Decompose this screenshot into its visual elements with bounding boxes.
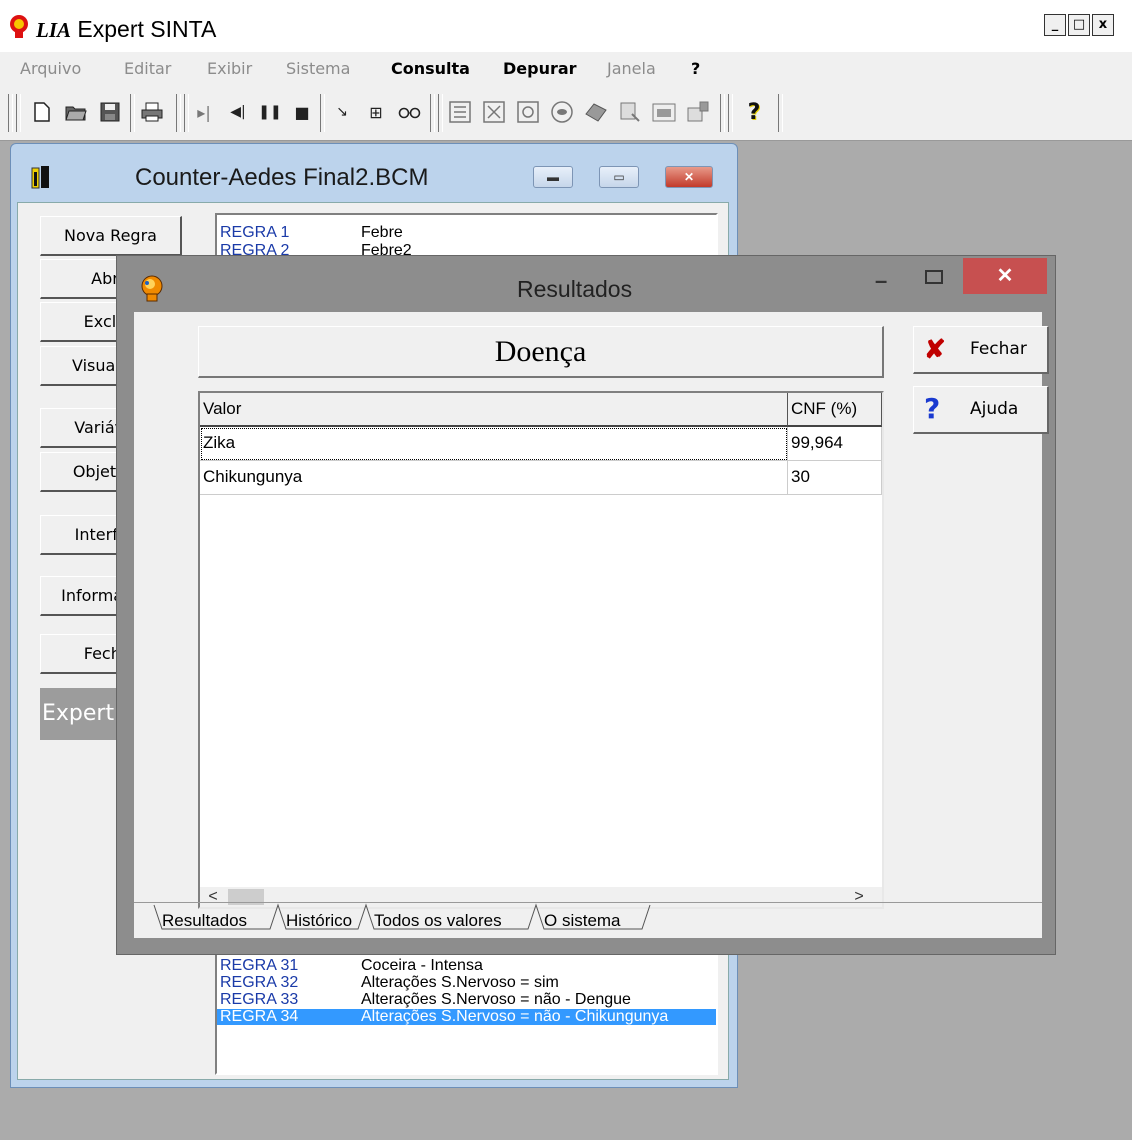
cursor-icon[interactable]: ↘ <box>330 100 354 124</box>
rule-text: Alterações S.Nervoso = não - Chikungunya <box>361 1008 669 1025</box>
rule-id: REGRA 31 <box>220 957 299 974</box>
glasses-icon[interactable] <box>398 100 422 124</box>
column-header-value[interactable]: Valor <box>200 393 788 427</box>
objective-header: Doença <box>198 326 884 378</box>
print-icon[interactable] <box>140 100 164 124</box>
toolbar-separator <box>130 94 135 132</box>
close-results-label: Fechar <box>970 339 1027 359</box>
back-icon[interactable]: ◀| <box>226 100 250 124</box>
window-icon[interactable] <box>618 100 642 124</box>
toolbar-separator <box>720 94 725 132</box>
toolbar-separator <box>430 94 435 132</box>
knowledge-base-title: Counter-Aedes Final2.BCM <box>135 164 429 191</box>
menu-help[interactable]: ? <box>691 59 700 78</box>
menu-consulta[interactable]: Consulta <box>391 59 470 78</box>
child-minimize-button[interactable]: ▬ <box>533 166 573 188</box>
info-icon[interactable] <box>584 100 608 124</box>
variables-icon[interactable] <box>482 100 506 124</box>
rule-text: Febre <box>361 224 403 241</box>
rule-id: REGRA 34 <box>220 1008 299 1025</box>
interface-icon[interactable] <box>550 100 574 124</box>
tab-historico[interactable]: Histórico <box>286 911 352 931</box>
dialog-body: Doença Valor CNF (%) Zika 99,964 Chikung… <box>134 312 1049 939</box>
toolbar-separator <box>184 94 189 132</box>
tab-resultados[interactable]: Resultados <box>162 911 247 931</box>
table-cell-cnf[interactable]: 30 <box>788 461 882 495</box>
objectives-icon[interactable] <box>516 100 540 124</box>
table-cell-cnf[interactable]: 99,964 <box>788 427 882 461</box>
table-cell-value[interactable]: Chikungunya <box>200 461 788 495</box>
toolbar-separator <box>16 94 21 132</box>
menu-bar: Arquivo Editar Exibir Sistema Consulta D… <box>0 52 1132 88</box>
tab-todos-os-valores[interactable]: Todos os valores <box>374 911 502 931</box>
dialog-maximize-button[interactable] <box>925 270 943 284</box>
toolbar-separator <box>438 94 443 132</box>
menu-sistema[interactable]: Sistema <box>286 59 350 78</box>
open-file-icon[interactable] <box>64 100 88 124</box>
rule-text: Alterações S.Nervoso = sim <box>361 974 559 991</box>
dialog-head-icon <box>141 275 163 302</box>
dialog-minimize-button[interactable]: – <box>875 268 887 294</box>
app-maximize-button[interactable]: □ <box>1068 14 1090 36</box>
list-item[interactable]: REGRA 31 Coceira - Intensa <box>217 957 716 974</box>
help-icon[interactable]: ? <box>742 100 766 125</box>
app-title-lia: LIA <box>36 18 72 42</box>
app-title-name: Expert SINTA <box>77 16 217 42</box>
properties-icon[interactable] <box>686 100 710 124</box>
tab-o-sistema[interactable]: O sistema <box>544 911 621 931</box>
dialog-title: Resultados <box>517 276 633 302</box>
results-dialog: Resultados – ✕ Doença Valor CNF (%) Zika… <box>116 255 1056 955</box>
list-item[interactable]: REGRA 1 Febre <box>217 224 716 241</box>
app-minimize-button[interactable]: _ <box>1044 14 1066 36</box>
menu-janela[interactable]: Janela <box>607 59 656 78</box>
help-button[interactable]: ? Ajuda <box>913 386 1049 434</box>
toolbar-separator <box>176 94 181 132</box>
app-close-button[interactable]: x <box>1092 14 1114 36</box>
app-title-bar: LIA Expert SINTA _ □ x <box>0 0 1132 52</box>
stop-icon[interactable]: ■ <box>290 100 314 124</box>
rule-id: REGRA 33 <box>220 991 299 1008</box>
menu-depurar[interactable]: Depurar <box>503 59 577 78</box>
toolbar: ▸| ◀| ❚❚ ■ ↘ ⊞ ? <box>0 88 1132 141</box>
child-close-button[interactable]: ✕ <box>665 166 713 188</box>
list-item[interactable]: REGRA 32 Alterações S.Nervoso = sim <box>217 974 716 991</box>
report-icon[interactable] <box>652 100 676 124</box>
toolbar-separator <box>320 94 325 132</box>
table-cell-value[interactable]: Zika <box>200 427 788 461</box>
rule-id: REGRA 32 <box>220 974 299 991</box>
toolbar-separator <box>728 94 733 132</box>
question-mark-icon: ? <box>924 392 941 425</box>
list-item[interactable]: REGRA 33 Alterações S.Nervoso = não - De… <box>217 991 716 1008</box>
toolbar-separator <box>778 94 783 132</box>
rule-id: REGRA 1 <box>220 224 290 241</box>
toolbar-separator <box>8 94 13 132</box>
x-mark-icon: ✘ <box>924 334 946 364</box>
close-results-button[interactable]: ✘ Fechar <box>913 326 1049 374</box>
step-icon[interactable]: ▸| <box>192 100 216 124</box>
rule-text: Coceira - Intensa <box>361 957 483 974</box>
new-file-icon[interactable] <box>30 100 54 124</box>
new-rule-button[interactable]: Nova Regra <box>40 216 182 256</box>
menu-exibir[interactable]: Exibir <box>207 59 252 78</box>
child-maximize-button[interactable]: ▭ <box>599 166 639 188</box>
expand-icon[interactable]: ⊞ <box>364 100 388 124</box>
rules-icon[interactable] <box>448 100 472 124</box>
column-header-cnf[interactable]: CNF (%) <box>788 393 882 427</box>
tab-strip: Resultados Histórico Todos os valores O … <box>134 902 1042 939</box>
help-label: Ajuda <box>970 399 1019 419</box>
app-logo-icon <box>10 15 28 38</box>
dialog-close-button[interactable]: ✕ <box>963 258 1047 294</box>
results-grid[interactable]: Valor CNF (%) Zika 99,964 Chikungunya 30… <box>198 391 884 909</box>
menu-arquivo[interactable]: Arquivo <box>20 59 81 78</box>
list-item-selected[interactable]: REGRA 34 Alterações S.Nervoso = não - Ch… <box>217 1008 716 1025</box>
save-icon[interactable] <box>98 100 122 124</box>
pause-icon[interactable]: ❚❚ <box>258 100 282 124</box>
menu-editar[interactable]: Editar <box>124 59 171 78</box>
knowledge-base-icon <box>31 166 49 189</box>
rule-text: Alterações S.Nervoso = não - Dengue <box>361 991 631 1008</box>
app-title: LIA Expert SINTA <box>36 16 216 43</box>
